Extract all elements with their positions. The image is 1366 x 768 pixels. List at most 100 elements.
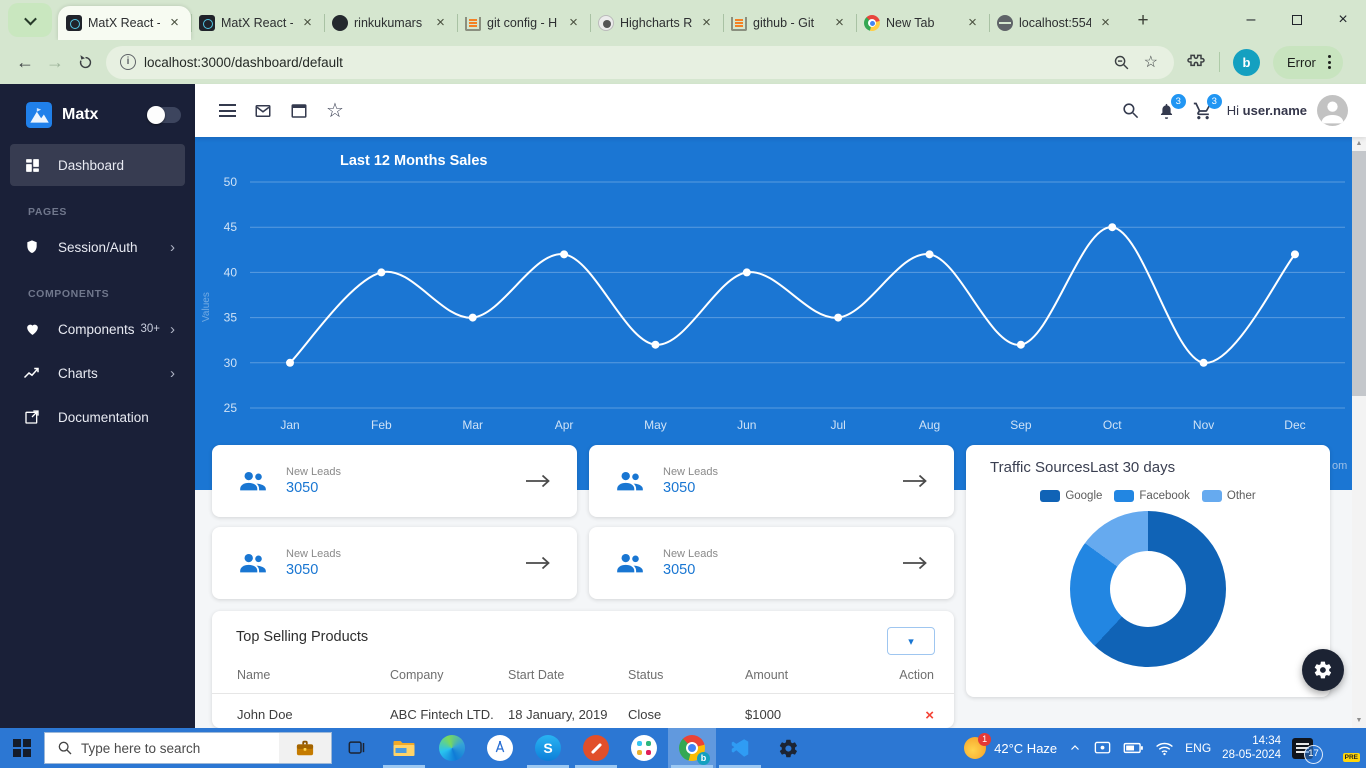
browser-tab-new-tab[interactable]: New Tab × xyxy=(856,6,989,40)
tab-close-icon[interactable]: × xyxy=(698,15,715,32)
search-icon xyxy=(1121,101,1140,120)
metric-texts: New Leads 3050 xyxy=(286,548,525,578)
browser-tab-localhost[interactable]: localhost:554 × xyxy=(989,6,1122,40)
sales-line-chart[interactable]: 504540353025ValuesJanFebMarAprMayJunJulA… xyxy=(195,137,1352,490)
language-indicator[interactable]: ENG xyxy=(1185,741,1211,755)
taskbar-file-explorer[interactable] xyxy=(380,728,428,768)
chevron-right-icon: › xyxy=(170,321,175,338)
scroll-up-arrow[interactable]: ▲ xyxy=(1352,137,1366,151)
username: user.name xyxy=(1243,103,1307,118)
sidenav-toggle-button[interactable] xyxy=(209,93,245,129)
taskbar-chrome-active[interactable]: b xyxy=(668,728,716,768)
taskbar-settings[interactable] xyxy=(764,728,812,768)
divider xyxy=(212,693,954,694)
browser-tab-highcharts[interactable]: Highcharts R × xyxy=(590,6,723,40)
tab-close-icon[interactable]: × xyxy=(299,15,316,32)
search-button[interactable] xyxy=(1113,93,1149,129)
tray-expand-button[interactable] xyxy=(1068,742,1082,754)
search-highlight-briefcase-icon[interactable] xyxy=(279,733,331,763)
new-tab-button[interactable]: + xyxy=(1128,6,1158,36)
tab-close-icon[interactable]: × xyxy=(166,15,183,32)
start-button[interactable] xyxy=(0,728,44,768)
web-window-button[interactable] xyxy=(281,93,317,129)
arrow-right-icon[interactable] xyxy=(525,474,551,488)
delete-row-icon[interactable]: × xyxy=(925,707,934,724)
gear-icon xyxy=(1313,660,1333,680)
notification-center-button[interactable]: 17 xyxy=(1292,738,1313,759)
taskbar-vscode[interactable] xyxy=(716,728,764,768)
tab-search-button[interactable] xyxy=(8,3,52,37)
taskbar-search-box[interactable]: Type here to search xyxy=(44,732,332,764)
close-button[interactable]: × xyxy=(1320,0,1366,40)
favorites-button[interactable]: ☆ xyxy=(317,93,353,129)
cart-button[interactable]: 3 xyxy=(1185,93,1221,129)
back-button[interactable]: ← xyxy=(10,47,40,77)
bookmark-star-icon[interactable]: ☆ xyxy=(1144,52,1158,72)
page-scrollbar[interactable]: ▲ ▼ xyxy=(1352,137,1366,728)
notifications-button[interactable]: 3 xyxy=(1149,93,1185,129)
browser-tab-matx-1[interactable]: MatX React - × xyxy=(58,6,191,40)
taskbar-clock[interactable]: 14:34 28-05-2024 xyxy=(1222,734,1281,762)
task-view-button[interactable] xyxy=(332,728,380,768)
browser-tab-github-git[interactable]: github - Git × xyxy=(723,6,856,40)
customizer-fab-button[interactable] xyxy=(1302,649,1344,691)
browser-tab-git-config[interactable]: git config - H × xyxy=(457,6,590,40)
address-bar[interactable]: i localhost:3000/dashboard/default ☆ xyxy=(106,46,1174,79)
sidebar-item-components[interactable]: Components 30+ › xyxy=(10,308,185,350)
user-avatar[interactable] xyxy=(1317,95,1348,126)
forward-button[interactable]: → xyxy=(40,47,70,77)
legend-item-google[interactable]: Google xyxy=(1040,490,1102,502)
tab-close-icon[interactable]: × xyxy=(565,15,582,32)
sidebar-item-session-auth[interactable]: Session/Auth › xyxy=(10,226,185,268)
metric-card-new-leads-1[interactable]: New Leads 3050 xyxy=(212,445,577,517)
search-placeholder: Type here to search xyxy=(81,741,279,756)
browser-toolbar: ← → i localhost:3000/dashboard/default ☆… xyxy=(0,40,1366,84)
sidebar-item-charts[interactable]: Charts › xyxy=(10,352,185,394)
browser-profile-avatar[interactable]: b xyxy=(1233,49,1260,76)
traffic-donut[interactable] xyxy=(1070,511,1226,667)
zoom-out-icon[interactable] xyxy=(1113,54,1130,71)
sidebar-item-dashboard[interactable]: Dashboard xyxy=(10,144,185,186)
taskbar-pen-app[interactable] xyxy=(572,728,620,768)
legend-item-facebook[interactable]: Facebook xyxy=(1114,490,1190,502)
error-menu-button[interactable]: Error xyxy=(1273,46,1343,79)
tab-close-icon[interactable]: × xyxy=(1097,15,1114,32)
cast-icon[interactable] xyxy=(1093,740,1112,756)
kebab-menu-icon[interactable] xyxy=(1324,51,1335,73)
battery-icon[interactable] xyxy=(1123,741,1144,755)
scrollbar-thumb[interactable] xyxy=(1352,151,1366,396)
taskbar-edge[interactable] xyxy=(428,728,476,768)
metric-card-new-leads-4[interactable]: New Leads 3050 xyxy=(589,527,954,599)
tab-close-icon[interactable]: × xyxy=(964,15,981,32)
legend-item-other[interactable]: Other xyxy=(1202,490,1256,502)
svg-text:Jul: Jul xyxy=(830,418,845,432)
scroll-down-arrow[interactable]: ▼ xyxy=(1352,714,1366,728)
col-header-company: Company xyxy=(390,668,508,682)
tab-close-icon[interactable]: × xyxy=(432,15,449,32)
taskbar-slack[interactable] xyxy=(620,728,668,768)
site-info-icon[interactable]: i xyxy=(120,54,136,70)
mail-button[interactable] xyxy=(245,93,281,129)
copilot-button[interactable]: PRE xyxy=(1332,736,1356,760)
taskbar-dev-app[interactable] xyxy=(476,728,524,768)
tab-close-icon[interactable]: × xyxy=(831,15,848,32)
taskbar-weather[interactable]: 1 42°C Haze xyxy=(964,737,1057,759)
table-row[interactable]: John Doe ABC Fintech LTD. 18 January, 20… xyxy=(212,707,954,724)
browser-tab-github-profile[interactable]: rinkukumars × xyxy=(324,6,457,40)
metric-card-new-leads-3[interactable]: New Leads 3050 xyxy=(212,527,577,599)
restore-button[interactable] xyxy=(1274,0,1320,40)
wifi-icon[interactable] xyxy=(1155,741,1174,756)
url-text[interactable]: localhost:3000/dashboard/default xyxy=(144,55,1113,70)
arrow-right-icon[interactable] xyxy=(902,556,928,570)
browser-tab-matx-2[interactable]: MatX React - × xyxy=(191,6,324,40)
metric-card-new-leads-2[interactable]: New Leads 3050 xyxy=(589,445,954,517)
products-filter-dropdown[interactable]: ▾ xyxy=(887,627,935,655)
taskbar-skype[interactable]: S xyxy=(524,728,572,768)
theme-toggle[interactable] xyxy=(149,107,181,123)
extensions-icon[interactable] xyxy=(1186,52,1206,72)
minimize-button[interactable]: – xyxy=(1228,0,1274,40)
arrow-right-icon[interactable] xyxy=(902,474,928,488)
arrow-right-icon[interactable] xyxy=(525,556,551,570)
sidebar-item-documentation[interactable]: Documentation xyxy=(10,396,185,438)
reload-button[interactable] xyxy=(70,47,100,77)
